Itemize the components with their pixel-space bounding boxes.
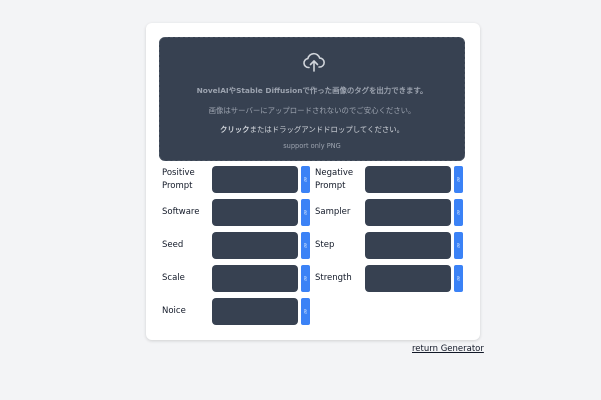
dropzone-privacy-note: 画像はサーバーにアップロードされないのでご安心ください。 — [208, 106, 416, 115]
software-label: Software — [162, 207, 200, 217]
strength-input[interactable] — [365, 265, 451, 292]
dropzone-description: NovelAIやStable Diffusionで作った画像のタグを出力できます… — [196, 86, 428, 95]
seed-input[interactable] — [212, 232, 298, 259]
software-copy-button[interactable]: ⎘ — [301, 199, 310, 226]
negative-prompt-label: Negative Prompt — [315, 168, 354, 191]
step-input[interactable] — [365, 232, 451, 259]
return-generator-link[interactable]: return Generator — [412, 344, 484, 354]
noice-label: Noice — [162, 306, 186, 316]
scale-copy-button[interactable]: ⎘ — [301, 265, 310, 292]
positive-prompt-copy-button[interactable]: ⎘ — [301, 166, 310, 193]
strength-copy-button[interactable]: ⎘ — [454, 265, 463, 292]
positive-prompt-label: Positive Prompt — [162, 168, 195, 191]
dropzone-drag-text: またはドラッグアンドドロップしてください。 — [249, 125, 405, 134]
seed-label: Seed — [162, 240, 184, 250]
tag-extractor-card: NovelAIやStable Diffusionで作った画像のタグを出力できます… — [146, 23, 480, 340]
cloud-upload-icon — [303, 52, 325, 72]
dropzone-instruction: クリックまたはドラッグアンドドロップしてください。 — [160, 124, 464, 135]
noice-input[interactable] — [212, 298, 298, 325]
image-dropzone[interactable]: NovelAIやStable Diffusionで作った画像のタグを出力できます… — [159, 37, 465, 161]
dropzone-format-note: support only PNG — [283, 142, 341, 150]
noice-copy-button[interactable]: ⎘ — [301, 298, 310, 325]
positive-prompt-input[interactable] — [212, 166, 298, 193]
sampler-input[interactable] — [365, 199, 451, 226]
sampler-copy-button[interactable]: ⎘ — [454, 199, 463, 226]
scale-label: Scale — [162, 273, 185, 283]
negative-prompt-input[interactable] — [365, 166, 451, 193]
negative-prompt-copy-button[interactable]: ⎘ — [454, 166, 463, 193]
seed-copy-button[interactable]: ⎘ — [301, 232, 310, 259]
step-label: Step — [315, 240, 335, 250]
strength-label: Strength — [315, 273, 352, 283]
scale-input[interactable] — [212, 265, 298, 292]
step-copy-button[interactable]: ⎘ — [454, 232, 463, 259]
software-input[interactable] — [212, 199, 298, 226]
dropzone-click-text: クリック — [219, 125, 250, 134]
sampler-label: Sampler — [315, 207, 351, 217]
